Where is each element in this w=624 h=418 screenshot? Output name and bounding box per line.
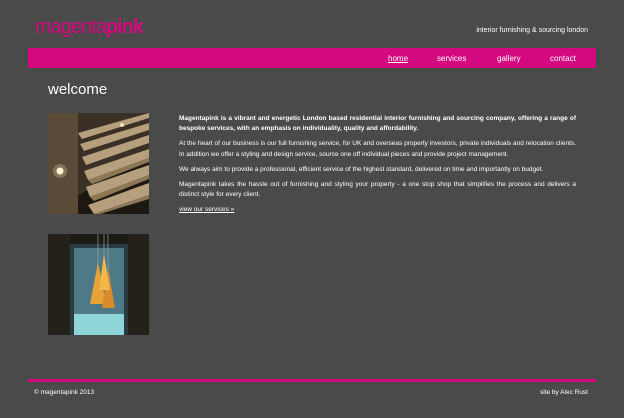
footer-divider (28, 379, 596, 382)
pendant-lights-illustration (48, 234, 149, 335)
staircase-illustration (48, 113, 149, 214)
nav-item-home[interactable]: home (388, 54, 408, 63)
one-stop-paragraph: Magentapink takes the hassle out of furn… (179, 181, 576, 199)
site-logo[interactable]: magentapink (35, 16, 144, 39)
footer-credit-link[interactable]: site by Alec Rust (540, 389, 588, 396)
welcome-content: Magentapink is a vibrant and energetic L… (179, 114, 576, 216)
services-paragraph: At the heart of our business is our full… (179, 140, 576, 158)
intro-paragraph: Magentapink is a vibrant and energetic L… (179, 115, 576, 133)
pendant-lights-photo (48, 234, 149, 335)
nav-item-gallery[interactable]: gallery (497, 54, 521, 63)
view-services-link[interactable]: view our services » (179, 206, 234, 213)
staircase-photo (48, 113, 149, 214)
logo-text-pink: pink (105, 16, 144, 38)
logo-text-magenta: magenta (35, 16, 107, 38)
site-tagline: interior furnishing & sourcing london (476, 27, 588, 34)
main-navigation: home services gallery contact (28, 48, 596, 68)
footer-copyright: © magentapink 2013 (34, 389, 95, 396)
nav-item-services[interactable]: services (437, 54, 466, 63)
quality-paragraph: We always aim to provide a professional,… (179, 165, 544, 173)
page-title: welcome (48, 81, 108, 98)
nav-item-contact[interactable]: contact (550, 54, 576, 63)
